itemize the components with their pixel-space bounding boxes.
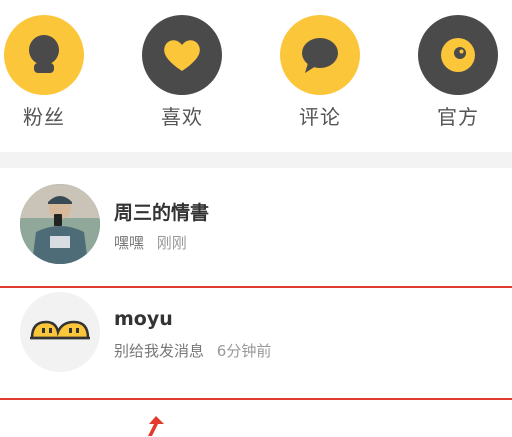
message-time: 刚刚 xyxy=(156,234,187,252)
sender-name: 周三的情書 xyxy=(114,202,210,224)
list-item[interactable]: 周三的情書 嘿嘿 刚刚 xyxy=(0,168,512,286)
message-time: 6分钟前 xyxy=(216,342,272,360)
message-preview: 嘿嘿 刚刚 xyxy=(114,232,187,253)
category-official[interactable]: 官方 xyxy=(418,15,498,130)
fans-icon xyxy=(4,15,84,95)
category-fans[interactable]: 粉丝 xyxy=(4,15,84,130)
message-preview: 别给我发消息 6分钟前 xyxy=(114,340,271,361)
section-divider xyxy=(0,152,512,168)
category-label: 官方 xyxy=(437,105,479,129)
message-text: 嘿嘿 xyxy=(114,234,145,252)
category-label: 粉丝 xyxy=(23,105,65,129)
category-label: 喜欢 xyxy=(161,105,203,129)
category-label: 评论 xyxy=(299,105,341,129)
avatar xyxy=(20,184,100,264)
moyu-mascot-icon xyxy=(20,292,100,372)
category-comments[interactable]: 评论 xyxy=(280,15,360,130)
list-item[interactable]: moyu 别给我发消息 6分钟前 xyxy=(0,288,512,398)
sender-name: moyu xyxy=(114,308,173,330)
category-likes[interactable]: 喜欢 xyxy=(142,15,222,130)
comment-icon xyxy=(280,15,360,95)
official-icon xyxy=(418,15,498,95)
message-text: 别给我发消息 xyxy=(114,342,205,360)
arrow-up-icon xyxy=(148,416,164,436)
category-bar: 粉丝 喜欢 评论 官方 xyxy=(0,0,512,152)
heart-icon xyxy=(142,15,222,95)
highlight-line-bottom xyxy=(0,398,512,400)
